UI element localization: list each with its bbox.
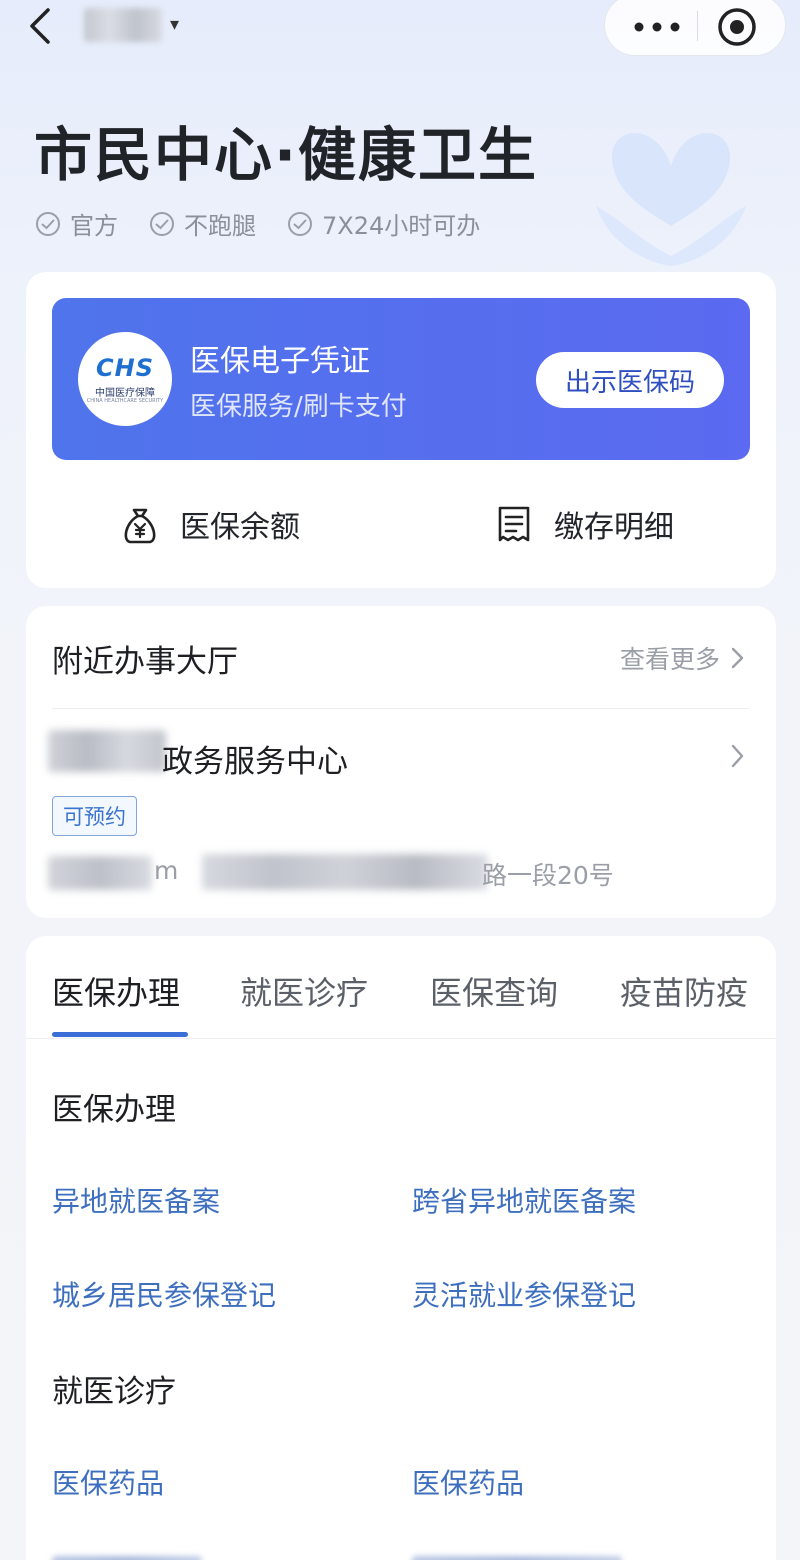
cut-off-link: [52, 1556, 202, 1560]
chevron-right-icon[interactable]: [728, 742, 746, 770]
reservable-tag: 可预约: [52, 796, 137, 836]
show-insurance-code-button[interactable]: 出示医保码: [536, 352, 724, 408]
see-more-label: 查看更多: [619, 645, 720, 674]
page-title: 市民中心·健康卫生: [34, 121, 539, 189]
receipt-icon: [498, 506, 530, 542]
insurance-banner[interactable]: CHS 中国医疗保障 CHINA HEALTHCARE SECURITY 医保电…: [52, 298, 750, 460]
more-button[interactable]: [625, 9, 689, 45]
chs-logo: CHS 中国医疗保障 CHINA HEALTHCARE SECURITY: [78, 332, 172, 426]
section-title: 医保办理: [52, 1092, 176, 1128]
badge-label: 不跑腿: [184, 212, 256, 240]
cut-off-row: [52, 1548, 752, 1560]
service-link[interactable]: 跨省异地就医备案: [412, 1180, 636, 1220]
payment-details-button[interactable]: 缴存明细: [492, 494, 674, 554]
heart-hands-icon: [596, 133, 746, 266]
service-link[interactable]: 医保药品: [52, 1462, 164, 1502]
office-name-redacted: [48, 730, 166, 772]
check-circle-icon: [150, 211, 174, 236]
title-dropdown-caret[interactable]: ▾: [170, 14, 179, 35]
back-button[interactable]: [22, 4, 62, 48]
section-title: 附近办事大厅: [52, 644, 238, 680]
top-bar: ▾: [0, 0, 800, 60]
section-title: 就医诊疗: [52, 1374, 176, 1410]
divider: [52, 708, 750, 709]
tab-insurance-handling[interactable]: 医保办理: [52, 968, 180, 1014]
insurance-card: CHS 中国医疗保障 CHINA HEALTHCARE SECURITY 医保电…: [26, 272, 776, 588]
cut-off-link: [412, 1556, 622, 1560]
services-card: 医保办理 就医诊疗 医保查询 疫苗防疫 医保办理 异地就医备案 跨省异地就医备案…: [26, 936, 776, 1560]
insurance-subtitle: 医保服务/刷卡支付: [190, 392, 407, 422]
service-tabs: 医保办理 就医诊疗 医保查询 疫苗防疫: [26, 936, 776, 1040]
service-link[interactable]: 医保药品: [412, 1462, 524, 1502]
badge-official: 官方: [34, 206, 118, 241]
mini-program-capsule: [604, 0, 786, 56]
chevron-left-icon: [30, 8, 50, 44]
service-link[interactable]: 异地就医备案: [52, 1180, 220, 1220]
distance-redacted: [48, 856, 152, 890]
insurance-balance-button[interactable]: 医保余额: [118, 494, 300, 554]
more-dots-icon: [634, 22, 680, 32]
tab-insurance-query[interactable]: 医保查询: [430, 968, 558, 1014]
chs-logo-text: CHS: [96, 354, 154, 382]
insurance-title: 医保电子凭证: [190, 344, 370, 379]
see-more-link[interactable]: 查看更多: [620, 640, 746, 676]
nearby-offices-card: 附近办事大厅 查看更多 政务服务中心 可预约 m 路一段20号: [26, 606, 776, 918]
badge-24x7: 7X24小时可办: [286, 206, 480, 241]
divider: [26, 1038, 776, 1039]
chs-logo-subtitle: 中国医疗保障: [95, 388, 155, 399]
service-link[interactable]: 灵活就业参保登记: [412, 1274, 636, 1314]
check-circle-icon: [288, 211, 312, 236]
close-mini-program-button[interactable]: [715, 5, 759, 49]
chs-logo-subtitle-en: CHINA HEALTHCARE SECURITY: [86, 398, 164, 404]
address-redacted: [202, 854, 488, 890]
chevron-right-icon: [731, 647, 744, 669]
money-bag-icon: [124, 508, 156, 544]
active-tab-indicator: [52, 1032, 188, 1037]
distance-unit: m: [154, 856, 179, 885]
app-title-redacted: [84, 8, 162, 42]
tab-vaccine[interactable]: 疫苗防疫: [620, 968, 748, 1014]
quick-action-label: 医保余额: [180, 510, 300, 545]
badge-no-visit: 不跑腿: [148, 206, 256, 241]
target-icon: [718, 8, 756, 46]
office-address: 路一段20号: [482, 861, 614, 890]
check-circle-icon: [36, 211, 60, 236]
service-badges: 官方 不跑腿 7X24小时可办: [34, 206, 480, 241]
quick-action-label: 缴存明细: [554, 510, 674, 545]
service-link[interactable]: 城乡居民参保登记: [52, 1274, 276, 1314]
tab-medical-treatment[interactable]: 就医诊疗: [240, 968, 368, 1014]
badge-label: 7X24小时可办: [322, 212, 481, 240]
capsule-divider: [697, 11, 698, 41]
office-name[interactable]: 政务服务中心: [162, 736, 348, 781]
badge-label: 官方: [70, 212, 118, 240]
